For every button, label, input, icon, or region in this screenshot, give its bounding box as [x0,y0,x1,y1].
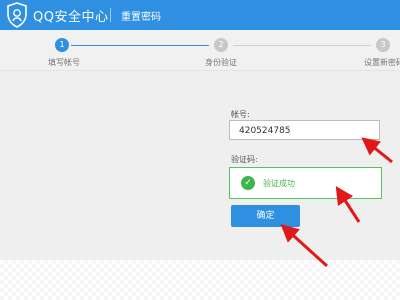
verify-label: 验证码: [231,155,258,164]
check-circle-icon: ✓ [241,176,255,190]
brand-title: QQ安全中心 [33,10,109,25]
step-3-circle: 3 [376,38,390,52]
page-subtitle: 重置密码 [121,12,161,23]
step-1-label: 填写帐号 [48,58,80,67]
step-2-label: 身份验证 [205,58,237,67]
shield-icon [7,2,27,28]
step-3-label: 设置新密码 [364,58,400,67]
step-connector-active [71,45,209,46]
step-2-circle: 2 [214,38,228,52]
step-connector [233,45,371,46]
account-input[interactable]: 420524785 [229,120,380,140]
captcha-verify-box[interactable]: ✓ 验证成功 [229,167,382,199]
verify-status-text: 验证成功 [263,179,295,188]
account-label: 帐号: [231,110,250,119]
header-divider [110,8,111,22]
main-content [0,71,400,260]
confirm-button[interactable]: 确定 [231,205,300,227]
step-progress: 1 2 3 填写帐号 身份验证 设置新密码 [0,30,400,71]
step-1-circle: 1 [55,38,69,52]
footer-band [0,260,400,300]
header: QQ安全中心 重置密码 [0,0,400,30]
